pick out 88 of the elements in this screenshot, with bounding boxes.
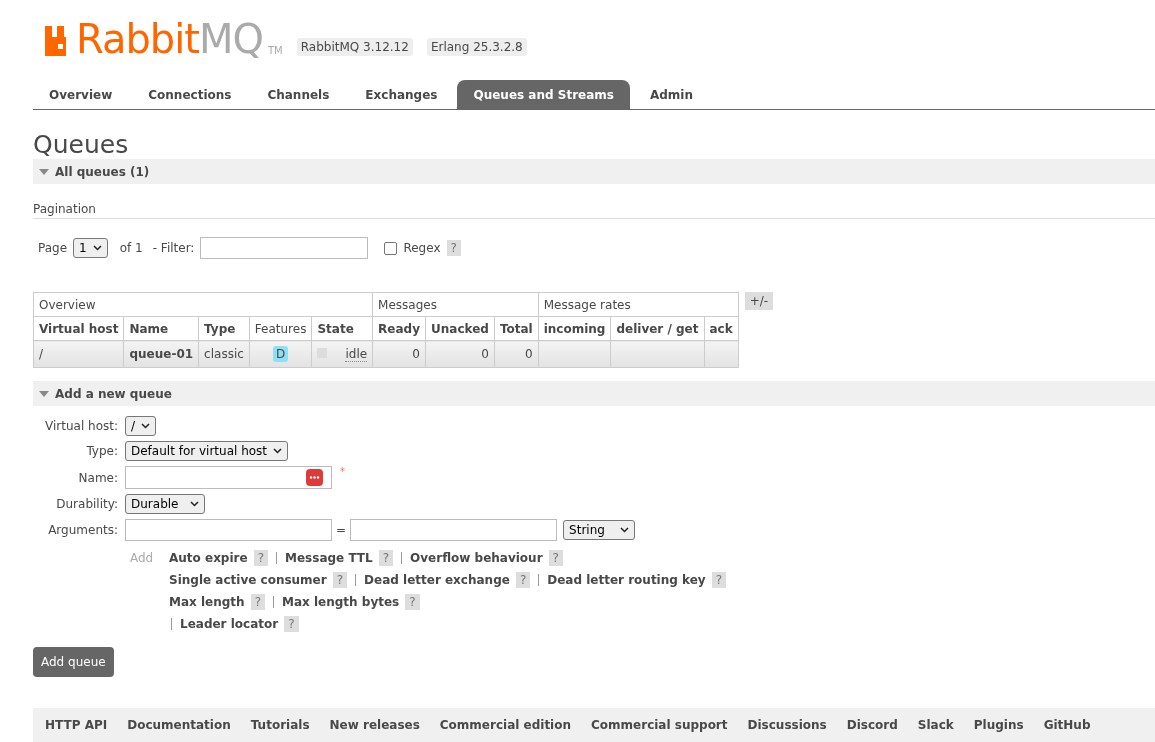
argument-link[interactable]: Dead letter routing key <box>547 573 706 587</box>
argument-link[interactable]: Message TTL <box>285 551 373 565</box>
name-field[interactable] <box>125 466 332 489</box>
table-cell: / <box>33 340 124 368</box>
add-label: Add <box>129 551 155 565</box>
column-header: Name <box>123 316 199 341</box>
section-header[interactable]: Add a new queue <box>33 381 1155 406</box>
table-cell[interactable]: queue-01 <box>123 340 199 368</box>
column-header: Virtual host <box>33 316 124 341</box>
column-header: Type <box>198 316 250 341</box>
group-header: Message rates <box>538 292 739 317</box>
caret-icon <box>141 423 151 429</box>
argument-link[interactable]: Single active consumer <box>169 573 327 587</box>
caret-icon <box>620 527 630 533</box>
page-count: of 1 <box>119 241 143 255</box>
argument-link[interactable]: Auto expire <box>169 551 248 565</box>
nav-tab[interactable]: Connections <box>132 80 248 109</box>
footer-link[interactable]: Plugins <box>973 718 1024 732</box>
argument-link[interactable]: Dead letter exchange <box>364 573 510 587</box>
footer-link[interactable]: Commercial edition <box>439 718 572 732</box>
caret-icon <box>92 245 102 251</box>
field-label: Name: <box>77 470 118 485</box>
field-label: Type: <box>85 444 118 458</box>
regex-label: Regex <box>403 241 441 255</box>
nav-tab[interactable]: Channels <box>251 80 346 109</box>
footer-link[interactable]: Slack <box>917 718 954 732</box>
footer-link[interactable]: Commercial support <box>591 718 728 732</box>
durability-select[interactable]: Durable <box>125 494 205 514</box>
section-title: Add a new queue <box>55 386 172 401</box>
table-cell: 0 <box>425 340 495 368</box>
column-header: ack <box>704 316 739 341</box>
equals-sign: = <box>336 523 347 537</box>
footer-link[interactable]: Discussions <box>747 718 827 732</box>
column-header: Ready <box>372 316 426 341</box>
caret-icon <box>190 501 199 507</box>
argument-link[interactable]: Max length bytes <box>282 595 400 609</box>
column-header: Features <box>249 316 312 341</box>
virtual-host-select[interactable]: / <box>125 416 157 436</box>
footer-link[interactable]: New releases <box>329 718 420 732</box>
nav-tab[interactable]: Admin <box>633 80 709 109</box>
argument-link[interactable]: Leader locator <box>180 617 279 631</box>
column-header: Total <box>494 316 539 341</box>
footer-link[interactable]: GitHub <box>1043 718 1091 732</box>
required-mark: * <box>340 466 345 477</box>
section-header[interactable]: All queues (1) <box>33 159 1155 184</box>
footer-link[interactable]: Documentation <box>127 718 231 732</box>
argument-link[interactable]: Overflow behaviour <box>410 551 543 565</box>
section-title: All queues (1) <box>55 164 150 179</box>
filter-label: - Filter: <box>152 241 195 255</box>
field-label: Arguments: <box>47 523 118 537</box>
durable-badge: D <box>273 346 289 362</box>
page-label: Page <box>38 241 68 255</box>
filter-field[interactable] <box>200 237 369 259</box>
group-header: Messages <box>372 292 539 317</box>
version-label: Erlang 25.3.2.8 <box>426 38 527 56</box>
nav-tab[interactable]: Exchanges <box>349 80 454 109</box>
column-header: Unacked <box>425 316 495 341</box>
nav-tab[interactable]: Overview <box>33 80 129 109</box>
argument-key-field[interactable] <box>125 519 332 541</box>
column-header: State <box>311 316 373 341</box>
state-text: idle <box>345 347 368 362</box>
column-toggle-button[interactable]: +/- <box>744 292 774 310</box>
page-select[interactable]: 1 <box>73 238 108 258</box>
footer-link[interactable]: HTTP API <box>45 718 108 732</box>
field-label: Virtual host: <box>44 419 118 433</box>
collapse-triangle-icon[interactable] <box>39 389 49 398</box>
type-select[interactable]: Default for virtual host <box>125 441 289 461</box>
column-header: incoming <box>538 316 611 341</box>
pagination-heading: Pagination <box>33 202 1155 219</box>
field-label: Durability: <box>55 497 118 511</box>
nav-tab[interactable]: Queues and Streams <box>457 80 630 109</box>
group-header: Overview <box>33 292 373 317</box>
version-label: RabbitMQ 3.12.12 <box>296 38 413 56</box>
trademark-text: TM <box>268 45 283 56</box>
page-title: Queues <box>33 131 130 159</box>
footer-link[interactable]: Discord <box>846 718 898 732</box>
argument-link[interactable]: Max length <box>169 595 245 609</box>
caret-icon <box>273 448 283 454</box>
logo-text: RabbitMQ <box>76 22 263 56</box>
help-button[interactable]: ? <box>515 572 531 588</box>
column-header: deliver / get <box>610 316 704 341</box>
regex-checkbox[interactable] <box>384 241 398 255</box>
add-queue-button[interactable]: Add queue <box>33 647 114 677</box>
argument-value-field[interactable] <box>350 519 558 541</box>
footer-link[interactable]: Tutorials <box>250 718 310 732</box>
password-manager-icon[interactable] <box>306 469 323 486</box>
argument-type-select[interactable]: String <box>563 520 636 540</box>
collapse-triangle-icon[interactable] <box>39 167 49 176</box>
